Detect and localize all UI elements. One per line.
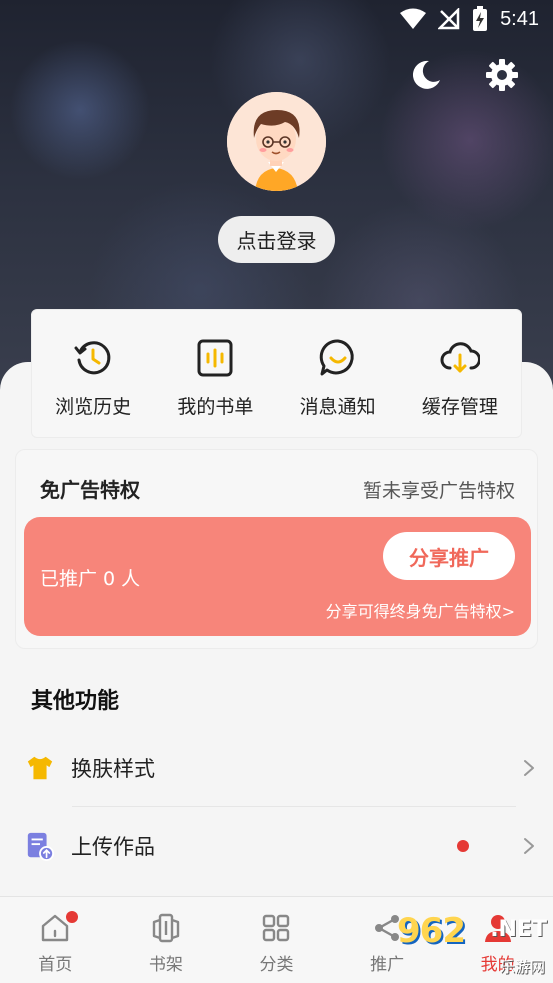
quick-actions-card: 浏览历史 我的书单 消息通知 缓存管理 xyxy=(31,309,522,438)
row-divider xyxy=(72,806,516,807)
status-time: 5:41 xyxy=(500,7,539,30)
notification-dot xyxy=(457,840,469,852)
skin-style-row[interactable]: 换肤样式 xyxy=(24,732,539,804)
tab-bookshelf-label: 书架 xyxy=(148,955,183,975)
watermark-site-name: 乐游网 xyxy=(499,958,545,976)
quick-action-label: 我的书单 xyxy=(177,396,254,418)
no-signal-icon xyxy=(438,8,460,30)
tab-bookshelf[interactable]: 书架 xyxy=(121,897,211,975)
chevron-right-icon xyxy=(524,838,534,854)
ad-free-card: 免广告特权 暂未享受广告特权 已推广 0 人 分享推广 分享可得终身免广告特权> xyxy=(15,449,538,649)
quick-action-label: 浏览历史 xyxy=(55,396,132,418)
upload-doc-icon xyxy=(24,830,56,862)
message-icon xyxy=(319,339,354,376)
quick-action-label: 消息通知 xyxy=(299,396,376,418)
avatar-illustration xyxy=(227,92,326,191)
quick-action-label: 缓存管理 xyxy=(421,396,498,418)
bookshelf-icon xyxy=(152,913,180,943)
quick-action-messages[interactable]: 消息通知 xyxy=(283,338,393,419)
login-button[interactable]: 点击登录 xyxy=(218,216,335,263)
watermark-net: .NET xyxy=(490,917,547,942)
promotion-banner: 已推广 0 人 分享推广 分享可得终身免广告特权> xyxy=(24,517,531,636)
other-features-title: 其他功能 xyxy=(31,689,120,714)
promoted-count: 已推广 0 人 xyxy=(40,568,141,590)
night-mode-icon[interactable] xyxy=(409,58,443,92)
chevron-right-icon xyxy=(524,760,534,776)
settings-gear-icon[interactable] xyxy=(485,58,519,92)
tab-category-label: 分类 xyxy=(259,955,294,975)
quick-action-cache[interactable]: 缓存管理 xyxy=(405,338,515,419)
cloud-download-icon xyxy=(440,342,480,373)
tab-home[interactable]: 首页 xyxy=(10,897,100,975)
battery-charging-icon xyxy=(473,6,488,31)
history-icon xyxy=(74,341,111,375)
quick-action-history[interactable]: 浏览历史 xyxy=(38,338,148,419)
skin-style-label: 换肤样式 xyxy=(71,757,155,781)
category-icon xyxy=(263,914,290,942)
tshirt-icon xyxy=(24,752,56,784)
tab-home-label: 首页 xyxy=(38,955,73,975)
ad-free-status: 暂未享受广告特权 xyxy=(362,480,515,502)
upload-works-row[interactable]: 上传作品 xyxy=(24,810,539,882)
share-promote-button[interactable]: 分享推广 xyxy=(383,532,515,580)
wifi-icon xyxy=(400,8,427,29)
status-bar: 5:41 xyxy=(0,0,553,38)
ad-free-title: 免广告特权 xyxy=(40,478,140,502)
tab-category[interactable]: 分类 xyxy=(231,897,321,975)
avatar[interactable] xyxy=(227,92,326,191)
home-badge-dot xyxy=(66,911,79,923)
watermark-number: 962 xyxy=(397,911,466,951)
quick-action-booklist[interactable]: 我的书单 xyxy=(160,338,270,419)
upload-works-label: 上传作品 xyxy=(71,835,155,859)
site-watermark: 962 .NET 乐游网 xyxy=(387,911,547,981)
booklist-icon xyxy=(197,339,233,377)
share-hint-link[interactable]: 分享可得终身免广告特权> xyxy=(326,598,515,622)
